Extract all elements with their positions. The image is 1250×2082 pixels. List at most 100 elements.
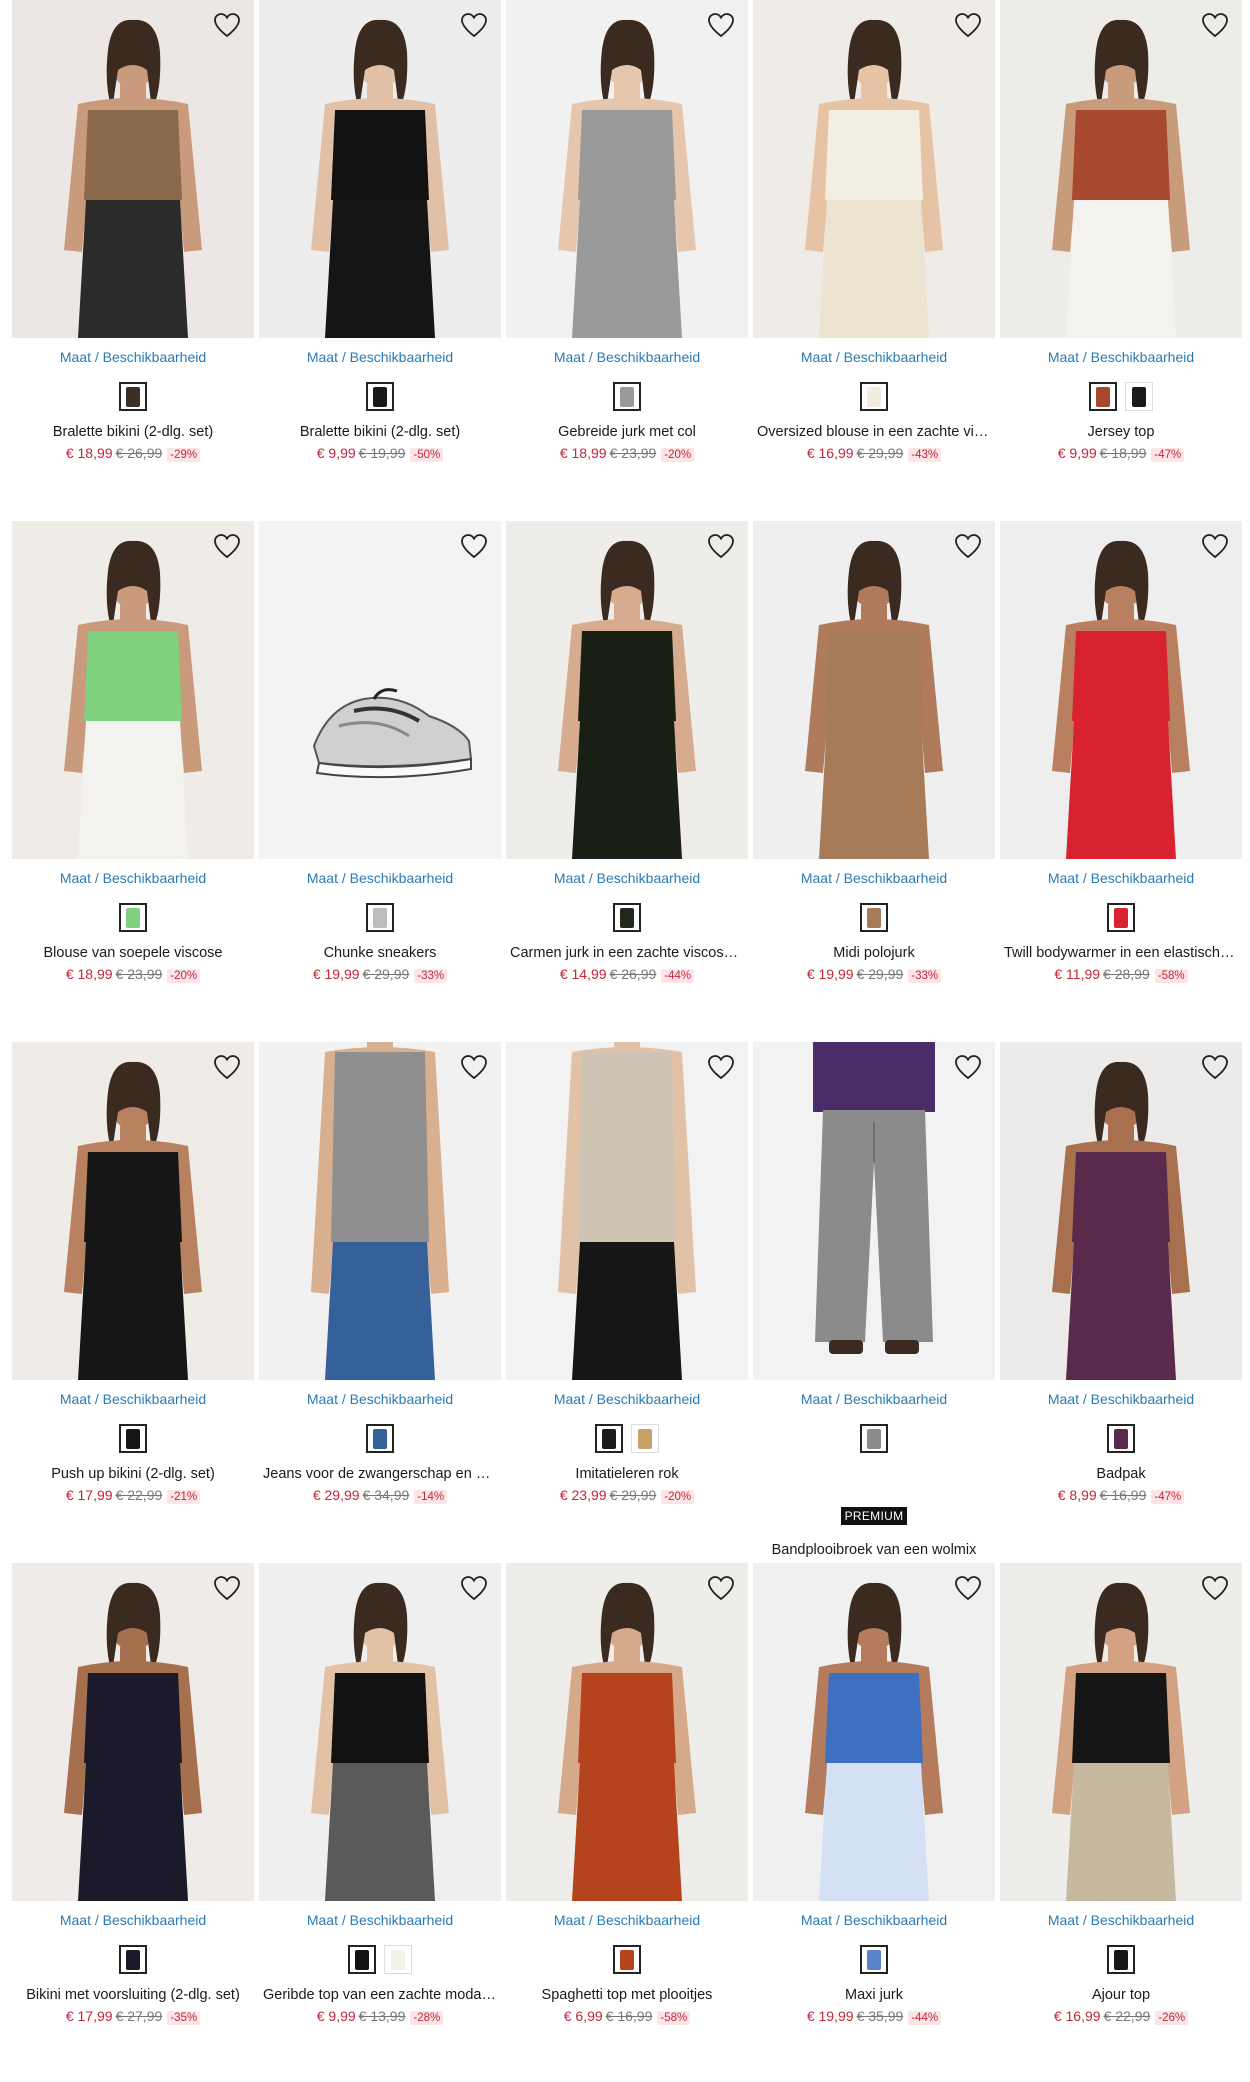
product-card[interactable]: Maat / Beschikbaarheid Jersey top € 9,99 € … [1000, 0, 1242, 462]
product-image[interactable] [259, 521, 501, 859]
color-swatch[interactable] [613, 382, 641, 411]
product-image[interactable] [259, 1042, 501, 1380]
color-swatch[interactable] [1125, 382, 1153, 411]
heart-icon[interactable] [212, 1052, 242, 1082]
color-swatch[interactable] [119, 903, 147, 932]
product-card[interactable]: Maat / Beschikbaarheid Bralette bikini (2… [12, 0, 254, 462]
product-card[interactable]: Maat / Beschikbaarheid Midi polojurk € 19,… [753, 521, 995, 983]
product-image[interactable] [12, 1042, 254, 1380]
product-name[interactable]: Push up bikini (2-dlg. set) [12, 1466, 254, 1482]
size-availability-link[interactable]: Maat / Beschikbaarheid [1000, 1912, 1242, 1928]
product-name[interactable]: Bandplooibroek van een wolmix [753, 1542, 995, 1558]
heart-icon[interactable] [1200, 10, 1230, 40]
product-name[interactable]: Twill bodywarmer in een elastische katoe… [1000, 945, 1242, 961]
heart-icon[interactable] [459, 1573, 489, 1603]
product-image[interactable] [12, 521, 254, 859]
color-swatch[interactable] [860, 382, 888, 411]
product-card[interactable]: Maat / Beschikbaarheid Carmen jurk in een… [506, 521, 748, 983]
heart-icon[interactable] [212, 531, 242, 561]
product-image[interactable] [259, 0, 501, 338]
product-card[interactable]: Maat / Beschikbaarheid Ajour top € 16,99 € … [1000, 1563, 1242, 2025]
product-name[interactable]: Jeans voor de zwangerschap en daarna [259, 1466, 501, 1482]
color-swatch[interactable] [1107, 1424, 1135, 1453]
product-name[interactable]: Geribde top van een zachte modalmix [259, 1987, 501, 2003]
heart-icon[interactable] [953, 531, 983, 561]
heart-icon[interactable] [1200, 1052, 1230, 1082]
heart-icon[interactable] [459, 531, 489, 561]
product-image[interactable] [1000, 1563, 1242, 1901]
product-image[interactable] [506, 521, 748, 859]
heart-icon[interactable] [706, 531, 736, 561]
color-swatch[interactable] [860, 1424, 888, 1453]
product-card[interactable]: Maat / Beschikbaarheid PREMIUM Bandplooibr… [753, 1042, 995, 1580]
color-swatch[interactable] [366, 382, 394, 411]
product-card[interactable]: Maat / Beschikbaarheid Chunke sneakers € 1… [259, 521, 501, 983]
product-card[interactable]: Maat / Beschikbaarheid Twill bodywarmer i… [1000, 521, 1242, 983]
product-name[interactable]: Ajour top [1000, 1987, 1242, 2003]
size-availability-link[interactable]: Maat / Beschikbaarheid [506, 870, 748, 886]
heart-icon[interactable] [706, 1573, 736, 1603]
color-swatch[interactable] [119, 382, 147, 411]
product-name[interactable]: Bikini met voorsluiting (2-dlg. set) [12, 1987, 254, 2003]
product-name[interactable]: Midi polojurk [753, 945, 995, 961]
color-swatch[interactable] [613, 1945, 641, 1974]
product-card[interactable]: Maat / Beschikbaarheid Maxi jurk € 19,99 € … [753, 1563, 995, 2025]
product-card[interactable]: Maat / Beschikbaarheid Geribde top van ee… [259, 1563, 501, 2025]
heart-icon[interactable] [212, 1573, 242, 1603]
color-swatch[interactable] [348, 1945, 376, 1974]
product-card[interactable]: Maat / Beschikbaarheid Bikini met voorslu… [12, 1563, 254, 2025]
product-name[interactable]: Oversized blouse in een zachte viscosemi… [753, 424, 995, 440]
product-image[interactable] [506, 1563, 748, 1901]
product-name[interactable]: Carmen jurk in een zachte viscosemix [506, 945, 748, 961]
heart-icon[interactable] [953, 1573, 983, 1603]
size-availability-link[interactable]: Maat / Beschikbaarheid [259, 870, 501, 886]
product-name[interactable]: Imitatieleren rok [506, 1466, 748, 1482]
product-image[interactable] [1000, 521, 1242, 859]
size-availability-link[interactable]: Maat / Beschikbaarheid [1000, 1391, 1242, 1407]
product-name[interactable]: Chunke sneakers [259, 945, 501, 961]
size-availability-link[interactable]: Maat / Beschikbaarheid [506, 1391, 748, 1407]
product-name[interactable]: Jersey top [1000, 424, 1242, 440]
color-swatch[interactable] [860, 903, 888, 932]
size-availability-link[interactable]: Maat / Beschikbaarheid [259, 349, 501, 365]
size-availability-link[interactable]: Maat / Beschikbaarheid [12, 1912, 254, 1928]
color-swatch[interactable] [366, 903, 394, 932]
product-card[interactable]: Maat / Beschikbaarheid Push up bikini (2-… [12, 1042, 254, 1504]
color-swatch[interactable] [860, 1945, 888, 1974]
product-card[interactable]: Maat / Beschikbaarheid Gebreide jurk met … [506, 0, 748, 462]
heart-icon[interactable] [459, 10, 489, 40]
color-swatch[interactable] [366, 1424, 394, 1453]
product-image[interactable] [259, 1563, 501, 1901]
product-card[interactable]: Maat / Beschikbaarheid Blouse van soepele… [12, 521, 254, 983]
product-card[interactable]: Maat / Beschikbaarheid Oversized blouse i… [753, 0, 995, 462]
product-name[interactable]: Blouse van soepele viscose [12, 945, 254, 961]
product-card[interactable]: Maat / Beschikbaarheid Jeans voor de zwan… [259, 1042, 501, 1504]
size-availability-link[interactable]: Maat / Beschikbaarheid [753, 870, 995, 886]
product-image[interactable] [753, 1563, 995, 1901]
product-image[interactable] [12, 1563, 254, 1901]
size-availability-link[interactable]: Maat / Beschikbaarheid [753, 1391, 995, 1407]
product-name[interactable]: Spaghetti top met plooitjes [506, 1987, 748, 2003]
color-swatch[interactable] [613, 903, 641, 932]
product-name[interactable]: Badpak [1000, 1466, 1242, 1482]
product-image[interactable] [1000, 0, 1242, 338]
color-swatch[interactable] [384, 1945, 412, 1974]
size-availability-link[interactable]: Maat / Beschikbaarheid [259, 1912, 501, 1928]
product-image[interactable] [506, 1042, 748, 1380]
heart-icon[interactable] [459, 1052, 489, 1082]
size-availability-link[interactable]: Maat / Beschikbaarheid [753, 349, 995, 365]
product-image[interactable] [12, 0, 254, 338]
product-name[interactable]: Maxi jurk [753, 1987, 995, 2003]
product-image[interactable] [753, 1042, 995, 1380]
product-card[interactable]: Maat / Beschikbaarheid Badpak € 8,99 € 16,9… [1000, 1042, 1242, 1504]
size-availability-link[interactable]: Maat / Beschikbaarheid [1000, 870, 1242, 886]
product-name[interactable]: Bralette bikini (2-dlg. set) [259, 424, 501, 440]
heart-icon[interactable] [212, 10, 242, 40]
product-card[interactable]: Maat / Beschikbaarheid Spaghetti top met … [506, 1563, 748, 2025]
product-card[interactable]: Maat / Beschikbaarheid Bralette bikini (2… [259, 0, 501, 462]
product-card[interactable]: Maat / Beschikbaarheid Imitatieleren rok €… [506, 1042, 748, 1504]
product-image[interactable] [753, 0, 995, 338]
heart-icon[interactable] [953, 1052, 983, 1082]
size-availability-link[interactable]: Maat / Beschikbaarheid [753, 1912, 995, 1928]
color-swatch[interactable] [1107, 1945, 1135, 1974]
